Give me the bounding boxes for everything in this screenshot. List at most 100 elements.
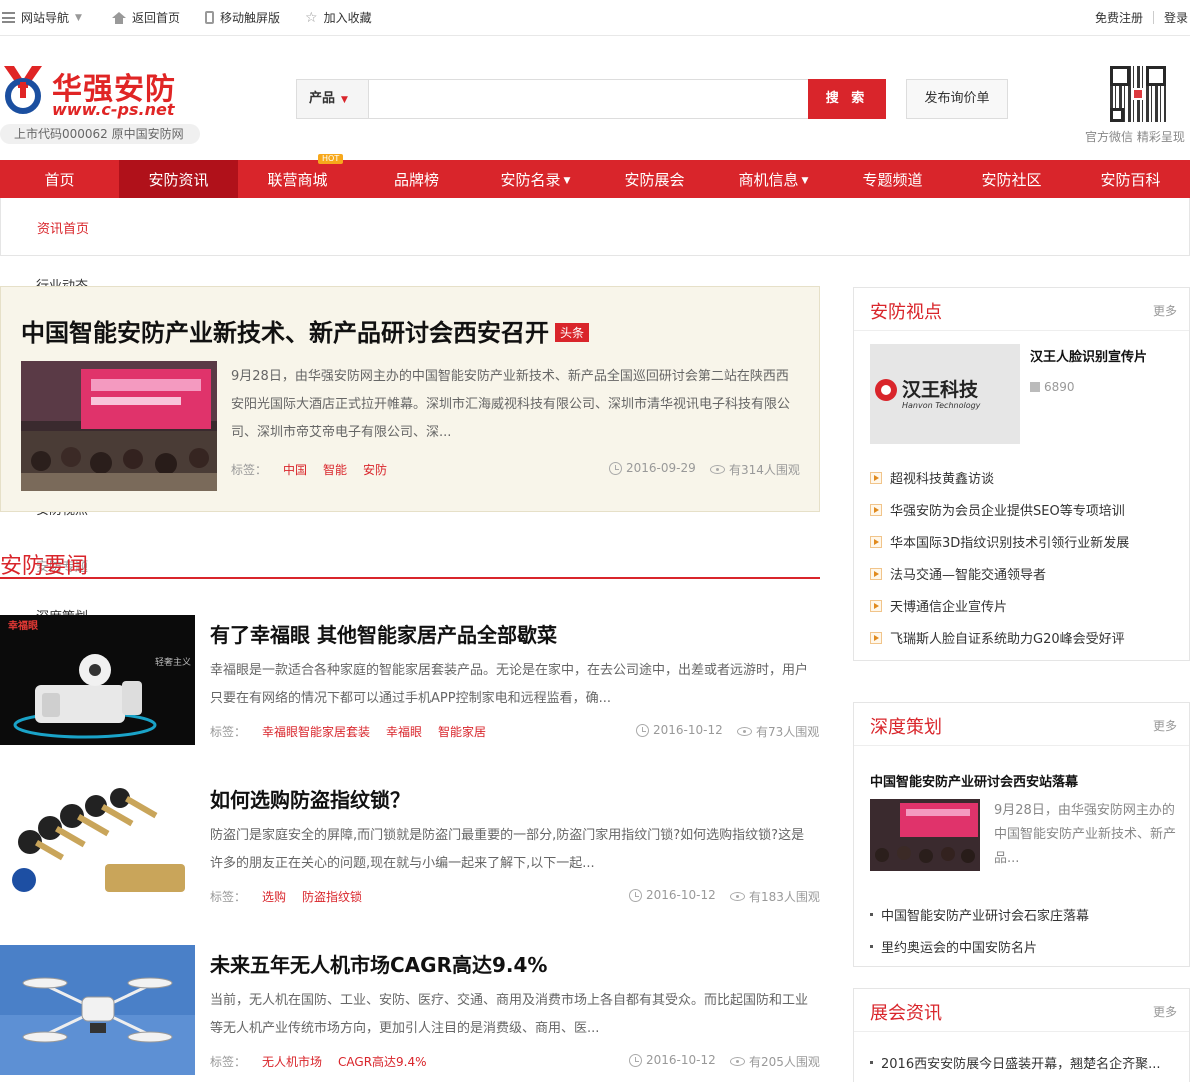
menu-icon: [2, 12, 15, 23]
nav-business-label: 商机信息: [738, 171, 799, 189]
article-item: 如何选购防盗指纹锁？ 防盗门是家庭安全的屏障,而门锁就是防盗门最重要的一部分,防…: [0, 780, 820, 930]
search-category-select[interactable]: 产品 ▼: [297, 80, 369, 118]
nav-brand-rank[interactable]: 品牌榜: [357, 160, 476, 198]
favorite-link[interactable]: ☆ 加入收藏: [305, 9, 372, 26]
site-logo[interactable]: 华强安防 www.c-ps.net: [0, 62, 210, 122]
list-item-label: 天博通信企业宣传片: [890, 600, 1008, 615]
nav-wiki[interactable]: 安防百科: [1071, 160, 1190, 198]
register-link[interactable]: 免费注册: [1095, 9, 1143, 26]
viewpoint-list-item[interactable]: 华强安防为会员企业提供SEO等专项培训: [870, 500, 1125, 519]
viewpoint-list-item[interactable]: 飞瑞斯人脸自证系统助力G20峰会受好评: [870, 628, 1125, 647]
video-logo-subtext: Hanvon Technology: [902, 401, 981, 410]
chevron-down-icon: ▼: [801, 175, 809, 186]
nav-community[interactable]: 安防社区: [952, 160, 1071, 198]
views-text: 有314人围观: [729, 463, 800, 477]
article-date: 2016-10-12: [636, 723, 723, 737]
expo-list-item[interactable]: 2016西安安防展今日盛装开幕，翘楚名企齐聚...: [870, 1053, 1160, 1072]
expo-more-link[interactable]: 更多: [1153, 1003, 1177, 1020]
tags-label: 标签：: [210, 1055, 247, 1069]
headline-badge: 头条: [555, 323, 590, 342]
tags-label: 标签：: [231, 463, 268, 477]
sub-nav: 资讯首页: [0, 198, 1190, 256]
headline-title-text: 中国智能安防产业新技术、新产品研讨会西安召开: [21, 319, 549, 347]
video-title[interactable]: 汉王人脸识别宣传片: [1030, 346, 1147, 365]
headline-image[interactable]: [21, 361, 217, 491]
wechat-caption: 官方微信 精彩呈现: [1085, 130, 1185, 144]
article-title[interactable]: 有了幸福眼 其他智能家居产品全部歇菜: [210, 619, 557, 648]
headline-tags: 标签： 中国 智能 安防: [231, 461, 387, 478]
depth-image[interactable]: [870, 799, 980, 871]
article-thumbnail[interactable]: 幸福眼 轻奢主义: [0, 615, 195, 745]
article-thumbnail[interactable]: [0, 945, 195, 1075]
viewpoint-list-item[interactable]: 超视科技黄鑫访谈: [870, 468, 994, 487]
views-text: 有73人围观: [756, 725, 820, 739]
viewpoint-list-item[interactable]: 华本国际3D指纹识别技术引领行业新发展: [870, 532, 1129, 551]
tag-link[interactable]: 智能家居: [438, 723, 486, 740]
site-nav-label: 网站导航: [21, 11, 70, 25]
search-button[interactable]: 搜 索: [808, 79, 886, 119]
article-summary: 当前，无人机在国防、工业、安防、医疗、交通、商用及消费市场上各自都有其受众。而比…: [210, 993, 809, 1036]
date-text: 2016-09-29: [626, 461, 696, 475]
tag-link[interactable]: 无人机市场: [262, 1053, 322, 1070]
depth-box: 深度策划 更多 中国智能安防产业研讨会西安站落幕 9月28日，由华强安防网主办的…: [853, 702, 1190, 967]
nav-directory-label: 安防名录: [500, 171, 561, 189]
tag-link[interactable]: 选购: [262, 888, 286, 905]
list-item-label: 法马交通—智能交通领导者: [890, 568, 1047, 583]
arrow-right-icon: [870, 567, 882, 580]
nav-mall[interactable]: 联营商城: [238, 160, 357, 198]
headline-title[interactable]: 中国智能安防产业新技术、新产品研讨会西安召开 头条: [21, 313, 590, 348]
depth-list-item[interactable]: 中国智能安防产业研讨会石家庄落幕: [870, 905, 1089, 924]
nav-directory[interactable]: 安防名录 ▼: [476, 160, 595, 198]
article-thumbnail[interactable]: [0, 780, 195, 910]
site-nav-menu[interactable]: 网站导航 ▼: [2, 9, 82, 26]
nav-home[interactable]: 首页: [0, 160, 119, 198]
tag-link[interactable]: 幸福眼: [386, 723, 422, 740]
nav-business[interactable]: 商机信息 ▼: [714, 160, 833, 198]
home-label: 返回首页: [132, 11, 181, 25]
chevron-down-icon: ▼: [75, 12, 82, 23]
article-views: 有73人围观: [737, 723, 819, 740]
subnav-news-home[interactable]: 资讯首页: [37, 218, 89, 237]
viewpoint-list-item[interactable]: 天博通信企业宣传片: [870, 596, 1007, 615]
nav-expo[interactable]: 安防展会: [595, 160, 714, 198]
mobile-link[interactable]: 移动触屏版: [205, 9, 280, 26]
list-item-label: 超视科技黄鑫访谈: [890, 472, 995, 487]
tag-link[interactable]: CAGR高达9.4%: [338, 1053, 427, 1070]
home-link[interactable]: 返回首页: [112, 9, 180, 26]
viewpoint-list-item[interactable]: 法马交通—智能交通领导者: [870, 564, 1046, 583]
video-thumbnail[interactable]: 汉王科技 Hanvon Technology: [870, 344, 1020, 444]
bullet-icon: [870, 1061, 873, 1064]
views-text: 有183人围观: [749, 890, 820, 904]
nav-topics[interactable]: 专题频道: [833, 160, 952, 198]
article-title[interactable]: 未来五年无人机市场CAGR高达9.4%: [210, 949, 547, 978]
depth-headline[interactable]: 中国智能安防产业研讨会西安站落幕: [870, 771, 1078, 790]
article-summary: 幸福眼是一款适合各种家庭的智能家居套装产品。无论是在家中，在去公司途中，出差或者…: [210, 663, 809, 706]
main-nav: 首页 安防资讯 联营商城 HOT 品牌榜 安防名录 ▼ 安防展会 商机信息 ▼ 专题…: [0, 154, 1190, 198]
article-summary: 防盗门是家庭安全的屏障,而门锁就是防盗门最重要的一部分,防盗门家用指纹门锁?如何…: [210, 828, 805, 871]
bullet-icon: [870, 945, 873, 948]
clock-icon: [609, 461, 622, 475]
mobile-label: 移动触屏版: [220, 11, 281, 25]
depth-list-item[interactable]: 里约奥运会的中国安防名片: [870, 937, 1037, 956]
logo-domain: www.c-ps.net: [52, 100, 175, 119]
list-item-label: 中国智能安防产业研讨会石家庄落幕: [881, 909, 1090, 924]
article-title[interactable]: 如何选购防盗指纹锁？: [210, 784, 410, 813]
search-input[interactable]: [369, 80, 809, 118]
article-item: 未来五年无人机市场CAGR高达9.4% 当前，无人机在国防、工业、安防、医疗、交…: [0, 945, 820, 1082]
star-icon: ☆: [305, 9, 318, 26]
viewpoint-more-link[interactable]: 更多: [1153, 302, 1177, 319]
login-link[interactable]: 登录: [1164, 9, 1188, 26]
tag-link[interactable]: 防盗指纹锁: [302, 888, 362, 905]
tag-link[interactable]: 智能: [323, 461, 347, 478]
tag-link[interactable]: 幸福眼智能家居套装: [262, 723, 370, 740]
tag-link[interactable]: 中国: [283, 461, 307, 478]
article-views: 有183人围观: [730, 888, 820, 905]
list-item-label: 里约奥运会的中国安防名片: [881, 941, 1038, 956]
publish-inquiry-button[interactable]: 发布询价单: [906, 79, 1008, 119]
section-title: 安防要闻: [0, 554, 89, 579]
nav-news[interactable]: 安防资讯: [119, 160, 238, 198]
viewpoint-title: 安防视点: [870, 302, 942, 323]
tag-link[interactable]: 安防: [363, 461, 387, 478]
eye-icon: [710, 465, 725, 474]
depth-more-link[interactable]: 更多: [1153, 717, 1177, 734]
